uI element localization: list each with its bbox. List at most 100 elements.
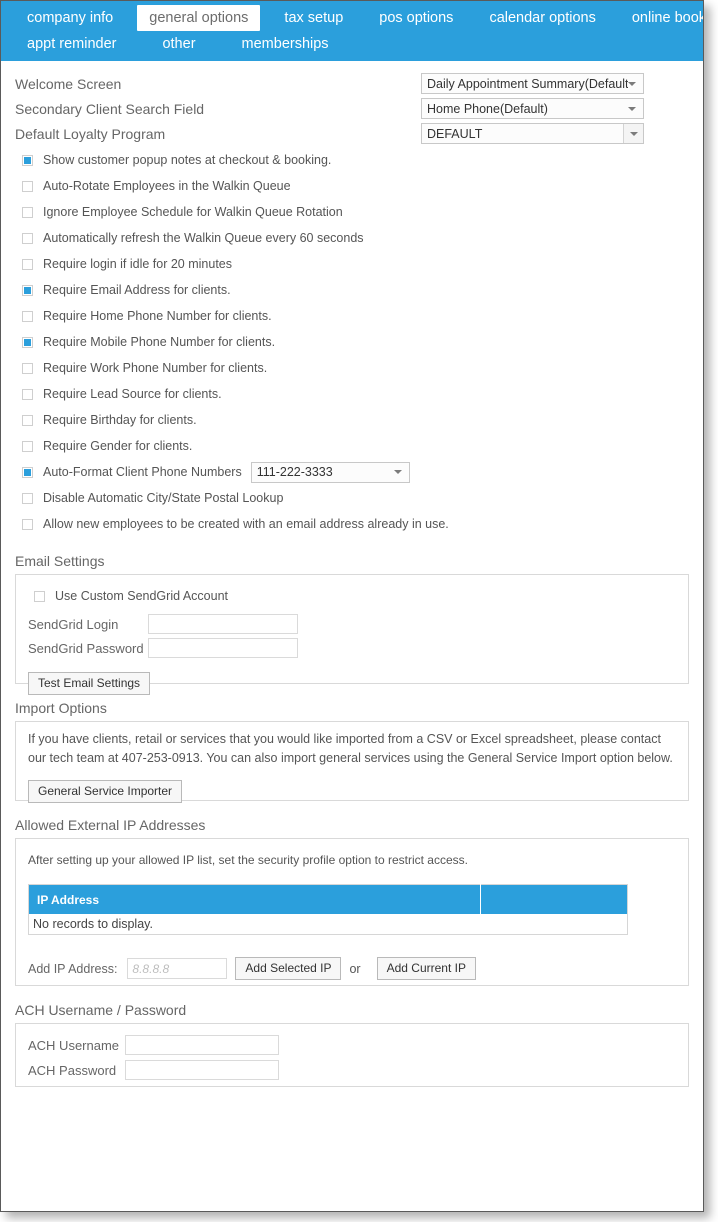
ach-password-label: ACH Password <box>28 1062 117 1078</box>
option-use-custom-sendgrid[interactable]: Use Custom SendGrid Account <box>28 585 676 607</box>
option-label: Show customer popup notes at checkout & … <box>43 153 332 167</box>
option-auto-rotate-employees[interactable]: Auto-Rotate Employees in the Walkin Queu… <box>1 173 703 199</box>
ach-panel: ACH Username ACH Password <box>15 1023 689 1087</box>
option-label: Auto-Rotate Employees in the Walkin Queu… <box>43 179 291 193</box>
welcome-screen-label: Welcome Screen <box>15 75 122 92</box>
tab-company-info[interactable]: company info <box>15 5 125 31</box>
loyalty-program-label: Default Loyalty Program <box>15 125 166 142</box>
checkbox-require-gender[interactable] <box>22 440 33 452</box>
option-label: Require Mobile Phone Number for clients. <box>43 335 276 349</box>
welcome-screen-dropdown[interactable]: Daily Appointment Summary(Default) <box>421 73 644 94</box>
general-service-importer-button[interactable]: General Service Importer <box>28 780 183 803</box>
tab-memberships[interactable]: memberships <box>230 31 341 57</box>
option-label: Require login if idle for 20 minutes <box>43 257 232 271</box>
ach-username-input[interactable] <box>125 1035 279 1055</box>
chevron-down-icon <box>628 106 636 111</box>
option-require-mobile-phone[interactable]: Require Mobile Phone Number for clients. <box>1 329 703 355</box>
option-auto-refresh-walkin-queue[interactable]: Automatically refresh the Walkin Queue e… <box>1 225 703 251</box>
tab-general-options[interactable]: general options <box>137 5 261 31</box>
tab-appt-reminder[interactable]: appt reminder <box>15 31 128 57</box>
allowed-ip-help-text: After setting up your allowed IP list, s… <box>28 853 468 867</box>
import-options-panel: If you have clients, retail or services … <box>15 721 689 803</box>
dropdown-button[interactable] <box>623 124 643 143</box>
column-header-actions[interactable] <box>480 884 628 914</box>
checkbox-auto-rotate-employees[interactable] <box>22 180 33 192</box>
table-row-empty: No records to display. <box>28 914 628 935</box>
ach-section-title: ACH Username / Password <box>15 1002 187 1018</box>
option-show-popup-notes[interactable]: Show customer popup notes at checkout & … <box>1 147 703 173</box>
secondary-search-value: Home Phone(Default) <box>427 101 548 116</box>
column-header-ip-address[interactable]: IP Address <box>28 884 481 914</box>
option-require-gender[interactable]: Require Gender for clients. <box>1 433 703 459</box>
add-selected-ip-button[interactable]: Add Selected IP <box>235 957 342 980</box>
loyalty-program-value: DEFAULT <box>427 126 483 141</box>
checkbox-ignore-employee-schedule[interactable] <box>22 206 33 218</box>
checkbox-require-email[interactable] <box>22 284 33 296</box>
tab-row-secondary: appt reminder other memberships <box>1 31 703 57</box>
ach-username-label: ACH Username <box>28 1037 120 1053</box>
option-label: Use Custom SendGrid Account <box>55 589 228 603</box>
tab-pos-options[interactable]: pos options <box>367 5 465 31</box>
sendgrid-login-input[interactable] <box>148 614 298 634</box>
option-disable-postal-lookup[interactable]: Disable Automatic City/State Postal Look… <box>1 485 703 511</box>
import-options-help-text: If you have clients, retail or services … <box>28 732 673 765</box>
setting-row-welcome-screen: Welcome Screen Daily Appointment Summary… <box>1 71 703 96</box>
content-area: Welcome Screen Daily Appointment Summary… <box>1 61 703 1087</box>
checkbox-require-birthday[interactable] <box>22 414 33 426</box>
sendgrid-password-label: SendGrid Password <box>28 640 144 656</box>
ach-section: ACH Username / Password ACH Username ACH… <box>1 1002 703 1087</box>
allowed-ip-section: Allowed External IP Addresses After sett… <box>1 817 703 986</box>
option-ignore-employee-schedule[interactable]: Ignore Employee Schedule for Walkin Queu… <box>1 199 703 225</box>
checkbox-require-lead-source[interactable] <box>22 388 33 400</box>
allowed-ip-title: Allowed External IP Addresses <box>15 817 206 833</box>
checkbox-auto-format-phone[interactable] <box>22 466 33 478</box>
sendgrid-login-label: SendGrid Login <box>28 616 119 632</box>
option-require-home-phone[interactable]: Require Home Phone Number for clients. <box>1 303 703 329</box>
add-ip-input[interactable] <box>127 958 228 979</box>
welcome-screen-dropdown-wrap: Daily Appointment Summary(Default) <box>421 73 644 94</box>
sendgrid-password-input[interactable] <box>148 638 298 658</box>
secondary-search-dropdown-wrap: Home Phone(Default) <box>421 98 644 119</box>
checkbox-disable-postal-lookup[interactable] <box>22 492 33 504</box>
import-options-title: Import Options <box>15 700 107 716</box>
tab-calendar-options[interactable]: calendar options <box>477 5 607 31</box>
loyalty-program-dropdown-wrap: DEFAULT <box>421 123 644 144</box>
chevron-down-icon <box>629 131 638 136</box>
ip-table-empty-message: No records to display. <box>28 914 628 935</box>
checkbox-require-home-phone[interactable] <box>22 310 33 322</box>
ach-password-input[interactable] <box>125 1060 279 1080</box>
phone-format-dropdown[interactable]: 111-222-3333 <box>250 461 410 483</box>
setting-row-loyalty-program: Default Loyalty Program DEFAULT <box>1 121 703 146</box>
add-ip-row: Add IP Address: Add Selected IP or Add C… <box>28 957 676 980</box>
tab-other[interactable]: other <box>150 31 207 57</box>
test-email-settings-button[interactable]: Test Email Settings <box>28 672 151 695</box>
option-require-lead-source[interactable]: Require Lead Source for clients. <box>1 381 703 407</box>
checkbox-show-popup-notes[interactable] <box>22 154 33 166</box>
option-require-birthday[interactable]: Require Birthday for clients. <box>1 407 703 433</box>
loyalty-program-dropdown[interactable]: DEFAULT <box>421 123 644 144</box>
email-settings-section: Email Settings Use Custom SendGrid Accou… <box>1 553 703 695</box>
option-require-login-idle[interactable]: Require login if idle for 20 minutes <box>1 251 703 277</box>
allowed-ip-panel: After setting up your allowed IP list, s… <box>15 838 689 986</box>
option-auto-format-phone[interactable]: Auto-Format Client Phone Numbers 111-222… <box>1 459 703 485</box>
checkbox-use-custom-sendgrid[interactable] <box>34 590 45 602</box>
option-label: Allow new employees to be created with a… <box>43 517 449 531</box>
top-settings-list: Welcome Screen Daily Appointment Summary… <box>1 71 703 147</box>
option-require-work-phone[interactable]: Require Work Phone Number for clients. <box>1 355 703 381</box>
options-checkbox-list: Show customer popup notes at checkout & … <box>1 147 703 537</box>
tab-tax-setup[interactable]: tax setup <box>272 5 355 31</box>
option-allow-duplicate-employee-email[interactable]: Allow new employees to be created with a… <box>1 511 703 537</box>
option-label: Require Birthday for clients. <box>43 413 197 427</box>
secondary-search-dropdown[interactable]: Home Phone(Default) <box>421 98 644 119</box>
checkbox-require-work-phone[interactable] <box>22 362 33 374</box>
checkbox-allow-duplicate-employee-email[interactable] <box>22 518 33 530</box>
option-label: Ignore Employee Schedule for Walkin Queu… <box>43 205 343 219</box>
checkbox-require-login-idle[interactable] <box>22 258 33 270</box>
option-label: Disable Automatic City/State Postal Look… <box>43 491 284 505</box>
settings-page: company info general options tax setup p… <box>0 0 704 1212</box>
tab-online-booking[interactable]: online booking <box>620 5 703 31</box>
add-current-ip-button[interactable]: Add Current IP <box>376 957 476 980</box>
checkbox-auto-refresh-walkin-queue[interactable] <box>22 232 33 244</box>
checkbox-require-mobile-phone[interactable] <box>22 336 33 348</box>
option-require-email[interactable]: Require Email Address for clients. <box>1 277 703 303</box>
